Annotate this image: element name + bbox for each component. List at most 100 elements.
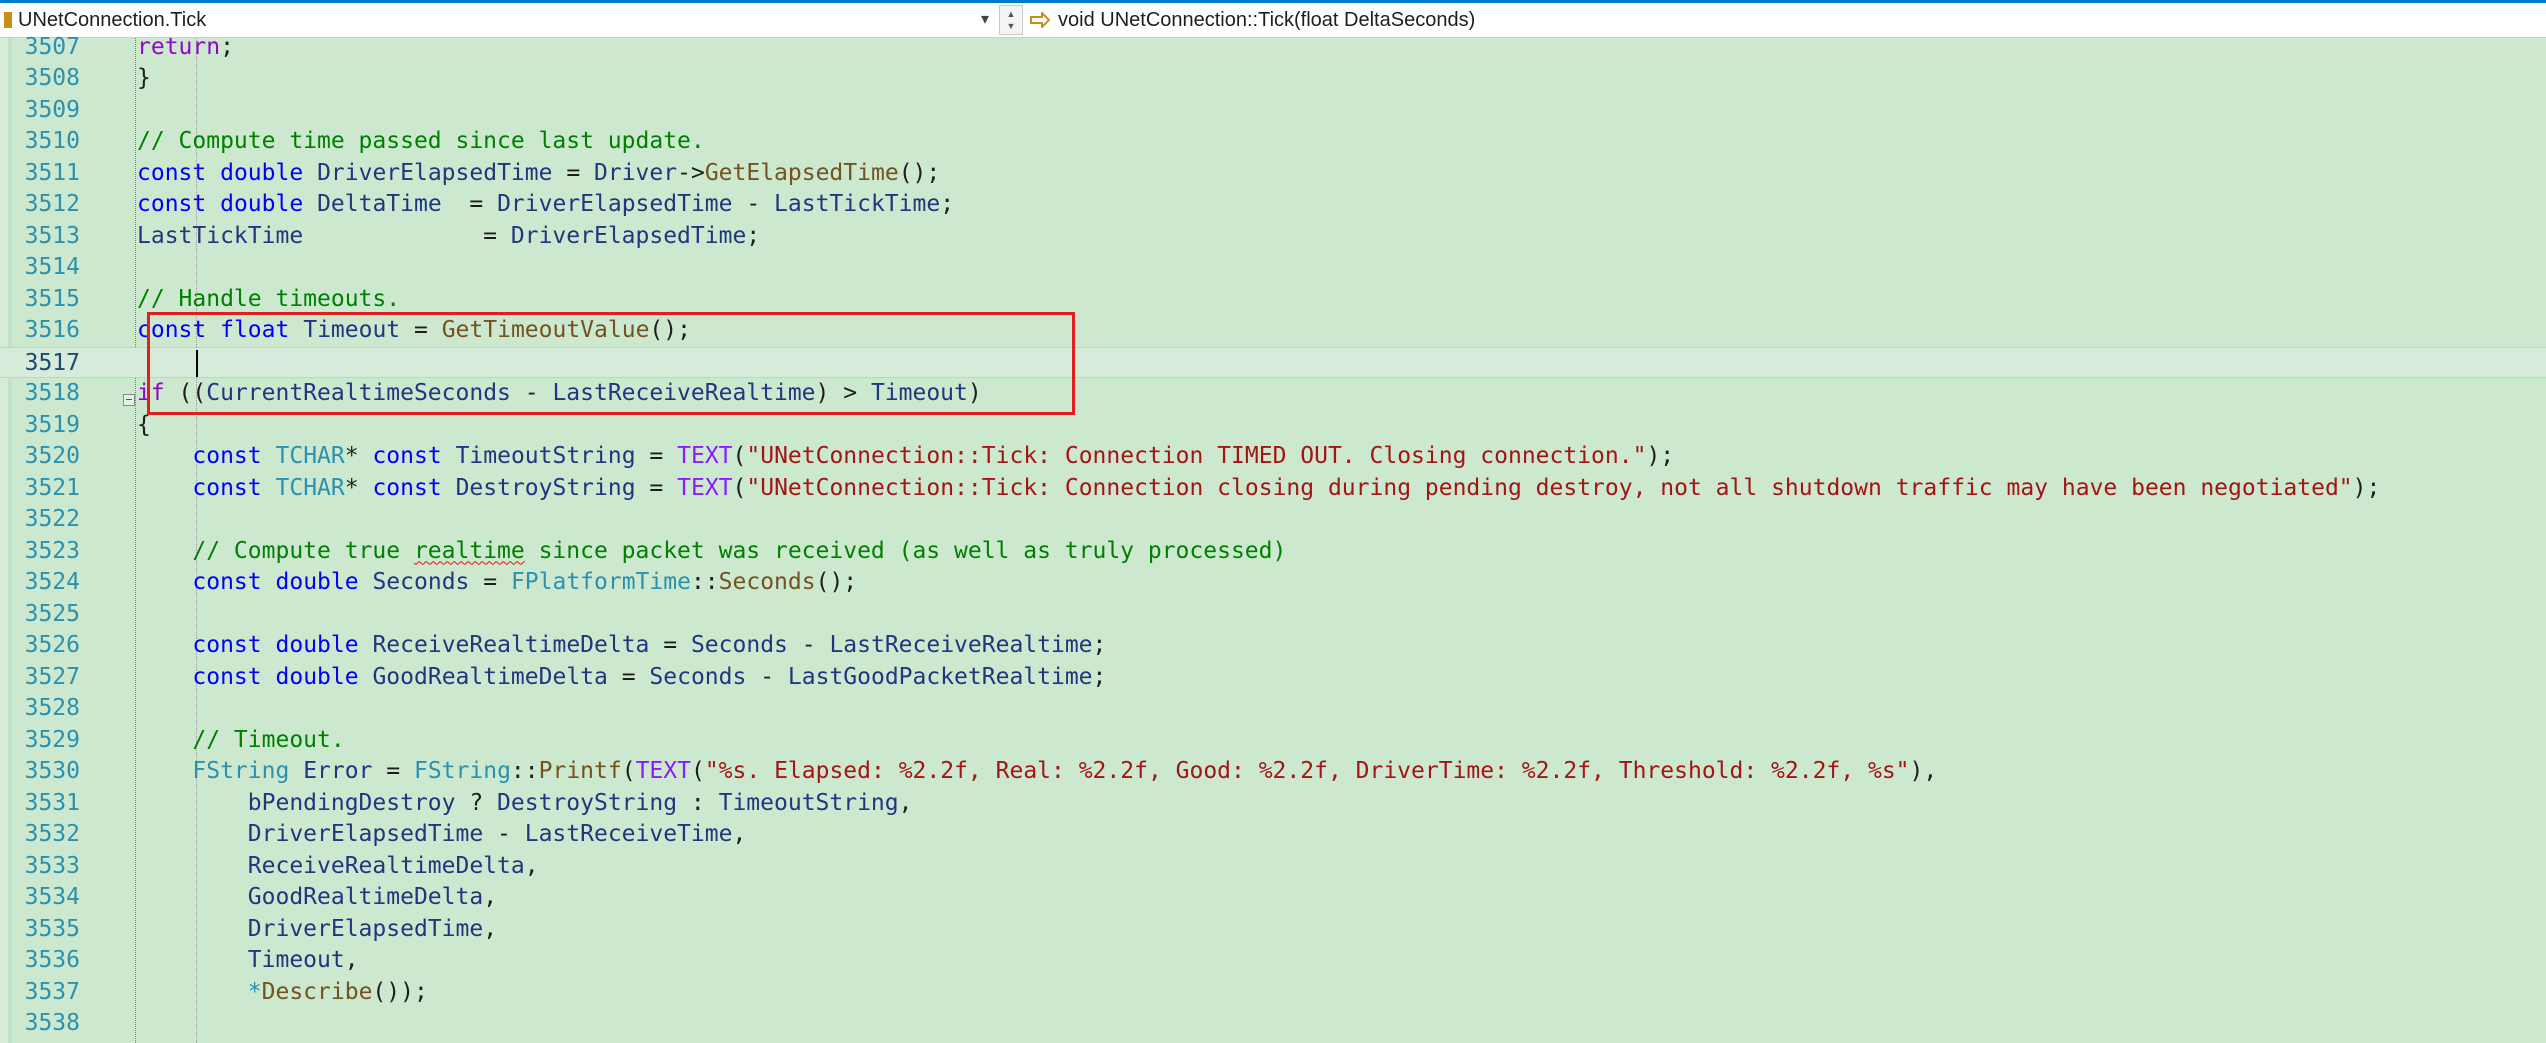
code-line[interactable]: 3523 // Compute true realtime since pack…: [0, 536, 2546, 568]
code-text: DriverElapsedTime - LastReceiveTime,: [137, 819, 747, 851]
code-token: LastTickTime: [137, 222, 304, 249]
line-number: 3532: [24, 821, 80, 847]
code-token: FString: [413, 758, 511, 784]
code-line[interactable]: 3513 LastTickTime = DriverElapsedTime;: [0, 221, 2546, 253]
code-text: const double Seconds = FPlatformTime::Se…: [137, 567, 857, 599]
code-line[interactable]: 3534 GoodRealtimeDelta,: [0, 882, 2546, 914]
line-number: 3518: [24, 380, 80, 406]
code-line[interactable]: 3524 const double Seconds = FPlatformTim…: [0, 567, 2546, 599]
code-token: LastReceiveTime: [524, 821, 733, 847]
code-token: realtime: [413, 537, 525, 564]
code-text: *Describe());: [137, 977, 428, 1009]
code-line[interactable]: 3529 // Timeout.: [0, 725, 2546, 757]
code-token: }: [137, 65, 151, 91]
code-line[interactable]: 3525: [0, 599, 2546, 631]
code-token: // Compute time passed since last update…: [137, 128, 705, 154]
code-line[interactable]: 3510 // Compute time passed since last up…: [0, 126, 2546, 158]
line-number: 3526: [24, 632, 80, 658]
code-token: Seconds: [372, 569, 470, 595]
code-line[interactable]: 3511 const double DriverElapsedTime = Dri…: [0, 158, 2546, 190]
line-number: 3535: [24, 915, 80, 942]
code-token: ;: [746, 222, 761, 249]
code-line[interactable]: 3530 FString Error = FString::Printf(TEX…: [0, 756, 2546, 788]
code-text: DriverElapsedTime,: [137, 914, 497, 946]
code-line[interactable]: 3507 return;: [0, 32, 2546, 64]
line-number: 3511: [24, 159, 80, 186]
code-token: ),: [1909, 758, 1938, 784]
code-token: =: [607, 663, 650, 690]
code-line[interactable]: 3533 ReceiveRealtimeDelta,: [0, 851, 2546, 883]
line-number: 3520: [24, 443, 80, 469]
line-number: 3515: [24, 285, 80, 312]
code-token: *: [344, 443, 373, 469]
code-token: LastTickTime: [774, 191, 941, 217]
line-number: 3510: [24, 128, 80, 154]
code-line[interactable]: 3532 DriverElapsedTime - LastReceiveTime…: [0, 819, 2546, 851]
code-token: Timeout: [247, 947, 345, 973]
collapse-icon[interactable]: [123, 394, 135, 406]
code-text: return;: [137, 32, 234, 64]
split-arrows-icon[interactable]: ▲ ▼: [999, 5, 1023, 35]
code-editor[interactable]: 3507 return; 3508} 3509 3510// Compute time …: [0, 34, 2546, 1043]
scope-dropdown[interactable]: UNetConnection.Tick ▾: [0, 5, 995, 35]
code-token: const: [192, 632, 262, 658]
line-number: 3533: [24, 852, 80, 879]
code-line[interactable]: 3520 const TCHAR* const TimeoutString = …: [0, 441, 2546, 473]
code-line[interactable]: 3512 const double DeltaTime = DriverElaps…: [0, 189, 2546, 221]
code-token: double: [275, 663, 359, 690]
code-line[interactable]: 3515 // Handle timeouts.: [0, 284, 2546, 316]
code-text: const TCHAR* const TimeoutString = TEXT(…: [137, 441, 1674, 473]
code-token: ReceiveRealtimeDelta: [372, 632, 650, 658]
code-token: DeltaTime: [317, 191, 442, 217]
code-line[interactable]: 3528: [0, 693, 2546, 725]
code-token: const: [192, 474, 262, 501]
code-token: );: [1646, 443, 1675, 469]
code-token: ,: [524, 852, 539, 879]
code-token: "UNetConnection::Tick: Connection TIMED …: [746, 443, 1647, 469]
code-token: TEXT: [677, 474, 733, 501]
code-token: Seconds: [690, 632, 788, 658]
code-token: bPendingDestroy: [247, 789, 456, 816]
code-token: return: [137, 33, 221, 60]
member-dropdown[interactable]: void UNetConnection::Tick(float DeltaSec…: [1030, 5, 1475, 35]
code-token: LastGoodPacketRealtime: [787, 663, 1093, 690]
code-token: ();: [898, 159, 941, 186]
code-token: Seconds: [718, 569, 816, 595]
code-line[interactable]: 3522: [0, 504, 2546, 536]
code-token: const: [372, 474, 442, 501]
code-line[interactable]: 3526 const double ReceiveRealtimeDelta =…: [0, 630, 2546, 662]
code-line[interactable]: 3536 Timeout,: [0, 945, 2546, 977]
code-line[interactable]: 3538: [0, 1008, 2546, 1040]
code-token: =: [469, 569, 511, 595]
code-line[interactable]: 3531 bPendingDestroy ? DestroyString : T…: [0, 788, 2546, 820]
code-line[interactable]: 3521 const TCHAR* const DestroyString = …: [0, 473, 2546, 505]
code-line[interactable]: 3535 DriverElapsedTime,: [0, 914, 2546, 946]
highlight-box: [147, 312, 1075, 415]
code-token: ,: [483, 884, 498, 910]
code-line[interactable]: 3508}: [0, 63, 2546, 95]
code-token: -: [746, 663, 788, 690]
code-text: bPendingDestroy ? DestroyString : Timeou…: [137, 788, 913, 820]
code-token: (: [732, 443, 747, 469]
code-line[interactable]: 3537 *Describe());: [0, 977, 2546, 1009]
code-text: LastTickTime = DriverElapsedTime;: [137, 221, 760, 253]
code-token: since packet was received (as well as tr…: [524, 537, 1287, 564]
code-line[interactable]: 3509: [0, 95, 2546, 127]
code-token: const: [192, 663, 262, 690]
code-line[interactable]: 3527 const double GoodRealtimeDelta = Se…: [0, 662, 2546, 694]
code-line[interactable]: 3514: [0, 252, 2546, 284]
code-text: const double DriverElapsedTime = Driver-…: [137, 158, 940, 190]
chevron-down-icon[interactable]: ▾: [981, 9, 989, 29]
code-token: // Timeout.: [192, 726, 345, 753]
line-number: 3507: [24, 33, 80, 60]
code-token: =: [635, 474, 678, 501]
code-token: -: [732, 191, 775, 217]
